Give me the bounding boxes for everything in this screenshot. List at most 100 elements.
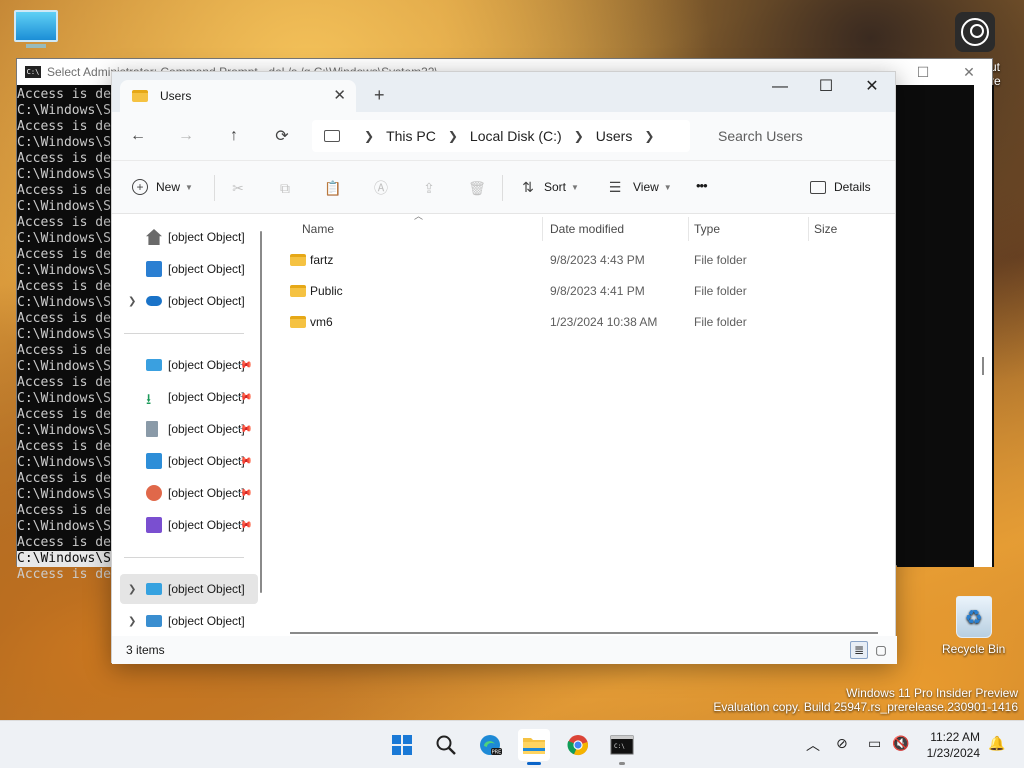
breadcrumb-this-pc[interactable]: This PC (386, 128, 436, 144)
file-row[interactable]: vm6 1/23/2024 10:38 AM File folder (280, 307, 890, 337)
cmd-close-button[interactable]: ✕ (946, 59, 992, 85)
delete-icon[interactable]: 🗑 (468, 180, 486, 196)
up-button[interactable]: ↑ (210, 127, 258, 145)
chevron-right-icon: ❯ (447, 129, 458, 143)
copy-icon[interactable]: ⧉ (277, 180, 293, 196)
new-button[interactable]: + New ▼ (132, 179, 193, 195)
cmd-maximize-button[interactable]: ☐ (900, 59, 946, 85)
chevron-right-icon: ❯ (364, 129, 375, 143)
nav-item-network[interactable]: ❯ [object Object] (120, 606, 258, 636)
terminal-icon: C:\ (610, 735, 634, 755)
rename-icon[interactable]: Ⓐ (373, 180, 389, 196)
computer-icon (146, 583, 162, 595)
share-icon[interactable]: ⇪ (421, 180, 437, 196)
search-input[interactable]: Search Users (704, 120, 894, 152)
network-icon[interactable]: ▭ (868, 735, 881, 752)
nav-item-pictures[interactable]: [object Object] 📌 (120, 446, 258, 476)
column-header-type[interactable]: Type (694, 215, 720, 243)
clock[interactable]: 11:22 AM 1/23/2024 (900, 729, 980, 761)
close-button[interactable]: ✕ (849, 72, 895, 104)
desktop-recycle-bin[interactable]: ♻ Recycle Bin (942, 596, 1005, 656)
nav-label: [object Object] (168, 358, 245, 372)
column-divider[interactable] (688, 217, 689, 241)
nav-item-onedrive[interactable]: ❯ [object Object] (120, 286, 258, 316)
nav-item-desktop[interactable]: [object Object] 📌 (120, 350, 258, 380)
user-account-icon[interactable] (955, 12, 995, 52)
command-bar: + New ▼ ✂ ⧉ 📋 Ⓐ ⇪ 🗑 ⇅ Sort ▼ ☰ View ▼ ••… (112, 160, 895, 214)
plus-circle-icon: + (132, 179, 148, 195)
minimize-button[interactable]: — (757, 72, 803, 104)
chevron-right-icon[interactable]: ❯ (128, 616, 136, 627)
view-button[interactable]: ☰ View ▼ (607, 179, 672, 195)
nav-divider (124, 557, 244, 558)
column-header-name[interactable]: Name (302, 215, 334, 243)
details-view-toggle[interactable]: ≣ (850, 641, 868, 659)
file-explorer-window[interactable]: Users ✕ + — ☐ ✕ ← → ↑ ⟳ ❯ This PC ❯ Loca… (111, 71, 897, 664)
edge-icon: PRE (480, 735, 502, 756)
folder-icon (132, 90, 148, 102)
nav-item-this-pc[interactable]: ❯ [object Object] (120, 574, 258, 604)
start-button[interactable] (386, 729, 418, 761)
column-divider[interactable] (542, 217, 543, 241)
file-type: File folder (694, 284, 747, 298)
edge-button[interactable]: PRE (474, 729, 506, 761)
more-options-button[interactable]: ••• (696, 178, 708, 193)
refresh-button[interactable]: ⟳ (258, 126, 306, 146)
column-header-size[interactable]: Size (814, 215, 837, 243)
sort-button[interactable]: ⇅ Sort ▼ (520, 179, 579, 195)
onedrive-offline-icon[interactable]: ⊘ (836, 735, 848, 752)
nav-label: [object Object] (168, 262, 245, 276)
running-indicator (619, 762, 625, 765)
folder-icon (290, 254, 306, 266)
cut-icon[interactable]: ✂ (230, 180, 246, 196)
tab-users[interactable]: Users ✕ (120, 80, 356, 112)
chevron-right-icon[interactable]: ❯ (128, 584, 136, 595)
nav-label: [object Object] (168, 422, 245, 436)
details-pane-button[interactable]: Details (810, 180, 871, 194)
nav-item-home[interactable]: [object Object] (120, 222, 258, 252)
recycle-bin-label: Recycle Bin (942, 642, 1006, 656)
terminal-button[interactable]: C:\ (606, 729, 638, 765)
chevron-right-icon[interactable]: ❯ (644, 129, 654, 143)
divider (502, 175, 503, 201)
column-divider[interactable] (808, 217, 809, 241)
navigation-pane[interactable]: [object Object] [object Object] ❯ [object O… (112, 215, 268, 642)
nav-item-documents[interactable]: [object Object] 📌 (120, 414, 258, 444)
nav-item-music[interactable]: [object Object] 📌 (120, 478, 258, 508)
evaluation-watermark: Windows 11 Pro Insider Preview Evaluatio… (713, 686, 1018, 714)
maximize-button[interactable]: ☐ (803, 72, 849, 104)
chrome-button[interactable] (562, 729, 594, 761)
computer-icon (324, 130, 340, 142)
forward-button[interactable]: → (162, 127, 210, 145)
cmd-scrollbar[interactable] (974, 85, 992, 567)
file-list[interactable]: Name ︿ Date modified Type Size fartz 9/8/… (268, 211, 897, 642)
address-bar-row: ← → ↑ ⟳ ❯ This PC ❯ Local Disk (C:) ❯ Us… (112, 112, 895, 160)
desktop-this-pc-icon[interactable] (14, 10, 58, 48)
chevron-right-icon[interactable]: ❯ (128, 296, 136, 307)
column-header-date-modified[interactable]: Date modified (550, 215, 624, 243)
document-icon (146, 421, 158, 437)
folder-icon (290, 285, 306, 297)
notifications-bell-icon[interactable]: 🔔 (988, 735, 1005, 752)
back-button[interactable]: ← (114, 127, 162, 145)
new-tab-button[interactable]: + (374, 85, 385, 106)
nav-item-downloads[interactable]: ⭳ [object Object] 📌 (120, 382, 258, 412)
nav-item-videos[interactable]: [object Object] 📌 (120, 510, 258, 540)
breadcrumb-local-disk[interactable]: Local Disk (C:) (470, 128, 562, 144)
nav-scrollbar[interactable] (260, 231, 262, 593)
breadcrumb[interactable]: ❯ This PC ❯ Local Disk (C:) ❯ Users ❯ (312, 120, 690, 152)
cloud-icon (146, 296, 162, 306)
breadcrumb-users[interactable]: Users (596, 128, 633, 144)
horizontal-scrollbar[interactable] (290, 632, 878, 634)
divider (214, 175, 215, 201)
nav-item-gallery[interactable]: [object Object] (120, 254, 258, 284)
search-button[interactable] (430, 729, 462, 761)
tiles-view-toggle[interactable]: ▢ (872, 641, 890, 659)
details-label: Details (834, 180, 871, 194)
file-row[interactable]: Public 9/8/2023 4:41 PM File folder (280, 276, 890, 306)
tab-close-button[interactable]: ✕ (333, 86, 346, 104)
chevron-up-icon[interactable]: ︿ (806, 735, 820, 755)
file-row[interactable]: fartz 9/8/2023 4:43 PM File folder (280, 245, 890, 275)
paste-icon[interactable]: 📋 (324, 180, 341, 196)
file-explorer-taskbar-button[interactable] (518, 729, 550, 765)
